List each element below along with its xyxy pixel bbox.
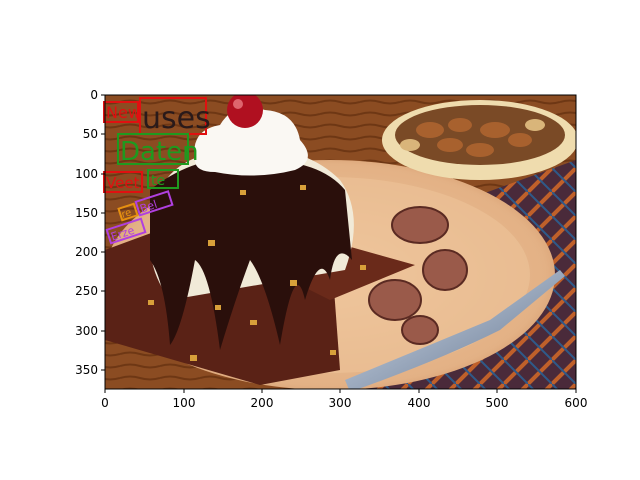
y-tick-label: 200 [75,245,98,259]
y-tick-label: 50 [83,127,98,141]
figure: New uses Daten Veet te Bel Erze re 0 100… [75,88,587,410]
y-tick-label: 350 [75,363,98,377]
ocr-word: uses [142,101,211,136]
y-tick-label: 150 [75,206,98,220]
x-tick-label: 400 [408,396,431,410]
y-tick-label: 300 [75,324,98,338]
x-tick-label: 0 [101,396,109,410]
x-axis: 0 100 200 300 400 500 600 [101,389,587,410]
x-tick-label: 200 [251,396,274,410]
cherry [227,95,263,128]
x-tick-label: 300 [329,396,352,410]
x-tick-label: 500 [486,396,509,410]
y-tick-label: 250 [75,284,98,298]
y-axis: 0 50 100 150 200 250 300 350 [75,88,105,377]
ocr-word: Veet [106,174,140,192]
ocr-word: New [106,103,141,122]
y-tick-label: 0 [90,88,98,102]
ocr-word: te [151,173,165,189]
x-tick-label: 100 [173,396,196,410]
x-tick-label: 600 [565,396,588,410]
ocr-word: Daten [120,137,199,167]
y-tick-label: 100 [75,167,98,181]
